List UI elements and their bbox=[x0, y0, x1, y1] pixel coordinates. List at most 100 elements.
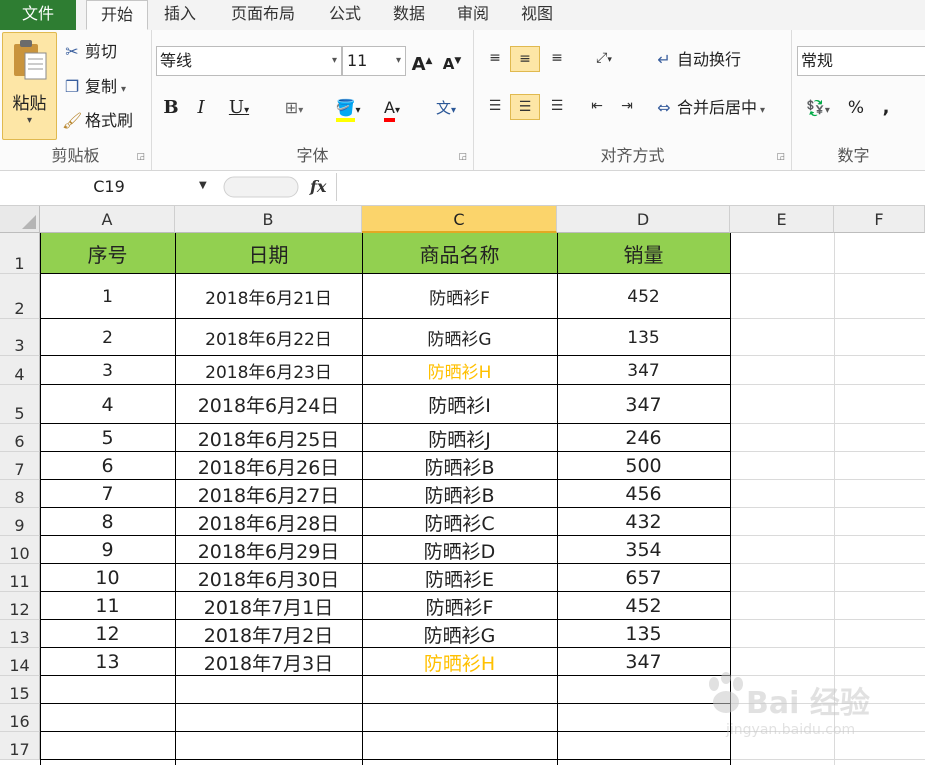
table-cell[interactable]: 2018年7月3日 bbox=[175, 648, 362, 676]
column-header-a[interactable]: A bbox=[40, 206, 175, 233]
decrease-indent-icon[interactable]: ⇤ bbox=[582, 94, 612, 120]
table-cell[interactable]: 2018年6月23日 bbox=[175, 356, 362, 385]
splitter-handle-icon[interactable] bbox=[222, 175, 302, 199]
table-cell[interactable]: 2018年6月29日 bbox=[175, 536, 362, 564]
table-cell[interactable]: 6 bbox=[40, 452, 175, 480]
table-cell[interactable]: 3 bbox=[40, 356, 175, 385]
tab-view[interactable]: 视图 bbox=[510, 0, 564, 30]
row-header-15[interactable]: 15 bbox=[0, 676, 40, 704]
align-right-icon[interactable]: ☰ bbox=[542, 94, 572, 120]
tab-insert[interactable]: 插入 bbox=[152, 0, 208, 30]
table-cell[interactable]: 2018年6月22日 bbox=[175, 319, 362, 356]
comma-style-icon[interactable]: , bbox=[876, 94, 896, 122]
column-header-d[interactable]: D bbox=[557, 206, 730, 233]
phonetic-icon[interactable]: 文▾ bbox=[426, 94, 466, 122]
table-cell[interactable]: 452 bbox=[557, 592, 730, 620]
table-cell[interactable]: 2018年6月26日 bbox=[175, 452, 362, 480]
table-cell[interactable]: 347 bbox=[557, 356, 730, 385]
table-cell[interactable]: 2018年6月27日 bbox=[175, 480, 362, 508]
formula-input[interactable] bbox=[336, 173, 925, 201]
table-cell[interactable]: 8 bbox=[40, 508, 175, 536]
chevron-down-icon[interactable]: ▼ bbox=[199, 180, 207, 191]
row-header-13[interactable]: 13 bbox=[0, 620, 40, 648]
row-header-17[interactable]: 17 bbox=[0, 732, 40, 760]
table-header-cell[interactable]: 商品名称 bbox=[362, 233, 557, 274]
dialog-launcher-icon[interactable]: ◲ bbox=[458, 152, 467, 162]
accounting-format-icon[interactable]: 💱▾ bbox=[800, 94, 836, 122]
row-header-10[interactable]: 10 bbox=[0, 536, 40, 564]
tab-data[interactable]: 数据 bbox=[382, 0, 436, 30]
row-header-1[interactable]: 1 bbox=[0, 233, 40, 274]
chevron-down-icon[interactable]: ▾ bbox=[396, 47, 401, 75]
row-header-3[interactable]: 3 bbox=[0, 319, 40, 356]
bold-button[interactable]: B bbox=[160, 94, 182, 122]
row-header-7[interactable]: 7 bbox=[0, 452, 40, 480]
row-header-2[interactable]: 2 bbox=[0, 274, 40, 319]
tab-review[interactable]: 审阅 bbox=[446, 0, 500, 30]
table-cell[interactable]: 456 bbox=[557, 480, 730, 508]
table-cell[interactable]: 防晒衫I bbox=[362, 385, 557, 424]
table-cell[interactable]: 11 bbox=[40, 592, 175, 620]
table-cell[interactable]: 135 bbox=[557, 319, 730, 356]
row-header-4[interactable]: 4 bbox=[0, 356, 40, 385]
dialog-launcher-icon[interactable]: ◲ bbox=[136, 152, 145, 162]
font-size-dropdown[interactable]: 11 ▾ bbox=[342, 46, 406, 76]
table-cell[interactable]: 2018年6月28日 bbox=[175, 508, 362, 536]
italic-button[interactable]: I bbox=[190, 94, 212, 122]
row-header-9[interactable]: 9 bbox=[0, 508, 40, 536]
table-cell[interactable]: 13 bbox=[40, 648, 175, 676]
table-cell[interactable]: 防晒衫B bbox=[362, 480, 557, 508]
shrink-font-icon[interactable]: A▼ bbox=[440, 47, 464, 75]
paste-button[interactable]: 粘贴 ▾ bbox=[2, 32, 57, 140]
name-box[interactable]: C19 bbox=[0, 173, 218, 201]
table-cell[interactable]: 防晒衫G bbox=[362, 620, 557, 648]
merge-center-button[interactable]: ⇔ 合并后居中 ▾ bbox=[654, 96, 765, 120]
table-cell[interactable]: 2018年7月1日 bbox=[175, 592, 362, 620]
chevron-down-icon[interactable]: ▾ bbox=[332, 47, 337, 75]
row-header-16[interactable]: 16 bbox=[0, 704, 40, 732]
row-header-11[interactable]: 11 bbox=[0, 564, 40, 592]
table-cell[interactable]: 2018年7月2日 bbox=[175, 620, 362, 648]
table-cell[interactable]: 防晒衫C bbox=[362, 508, 557, 536]
column-header-c[interactable]: C bbox=[362, 206, 557, 233]
align-top-icon[interactable]: ≡ bbox=[480, 46, 510, 72]
table-cell[interactable]: 7 bbox=[40, 480, 175, 508]
chevron-down-icon[interactable]: ▾ bbox=[3, 115, 56, 126]
table-cell[interactable]: 347 bbox=[557, 385, 730, 424]
table-cell[interactable]: 354 bbox=[557, 536, 730, 564]
wrap-text-button[interactable]: ↵ 自动换行 bbox=[654, 48, 741, 72]
table-cell[interactable]: 2018年6月25日 bbox=[175, 424, 362, 452]
tab-page-layout[interactable]: 页面布局 bbox=[218, 0, 308, 30]
increase-indent-icon[interactable]: ⇥ bbox=[612, 94, 642, 120]
table-header-cell[interactable]: 销量 bbox=[557, 233, 730, 274]
table-cell[interactable]: 防晒衫J bbox=[362, 424, 557, 452]
row-header-6[interactable]: 6 bbox=[0, 424, 40, 452]
format-painter-button[interactable]: 🖌 格式刷 bbox=[62, 109, 133, 133]
table-header-cell[interactable]: 日期 bbox=[175, 233, 362, 274]
insert-function-icon[interactable]: fx bbox=[310, 175, 326, 199]
table-cell[interactable]: 防晒衫D bbox=[362, 536, 557, 564]
table-cell[interactable]: 防晒衫F bbox=[362, 274, 557, 319]
table-cell[interactable]: 防晒衫E bbox=[362, 564, 557, 592]
column-header-b[interactable]: B bbox=[175, 206, 362, 233]
table-cell[interactable]: 10 bbox=[40, 564, 175, 592]
table-cell[interactable]: 135 bbox=[557, 620, 730, 648]
table-cell[interactable]: 2018年6月24日 bbox=[175, 385, 362, 424]
table-cell[interactable]: 432 bbox=[557, 508, 730, 536]
table-cell[interactable]: 防晒衫H bbox=[362, 648, 557, 676]
table-cell[interactable]: 4 bbox=[40, 385, 175, 424]
row-header-14[interactable]: 14 bbox=[0, 648, 40, 676]
table-cell[interactable]: 246 bbox=[557, 424, 730, 452]
table-cell[interactable]: 2018年6月21日 bbox=[175, 274, 362, 319]
underline-button[interactable]: U▾ bbox=[222, 94, 256, 122]
font-color-icon[interactable]: A▾ bbox=[374, 94, 410, 122]
align-center-icon[interactable]: ☰ bbox=[510, 94, 540, 120]
table-cell[interactable]: 347 bbox=[557, 648, 730, 676]
row-header-12[interactable]: 12 bbox=[0, 592, 40, 620]
table-cell[interactable]: 2 bbox=[40, 319, 175, 356]
copy-button[interactable]: ❐ 复制 ▾ bbox=[62, 75, 126, 99]
cut-button[interactable]: ✂ 剪切 bbox=[62, 40, 117, 64]
column-header-f[interactable]: F bbox=[834, 206, 925, 233]
table-cell[interactable]: 2018年6月30日 bbox=[175, 564, 362, 592]
align-middle-icon[interactable]: ≡ bbox=[510, 46, 540, 72]
